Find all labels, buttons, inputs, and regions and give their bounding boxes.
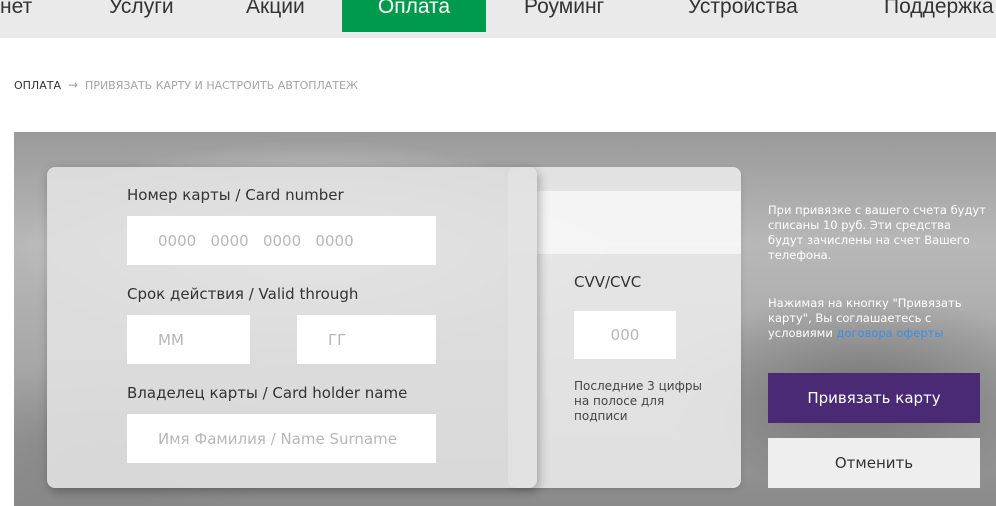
card-holder-input[interactable] <box>127 414 436 463</box>
cvv-label: CVV/CVC <box>574 273 642 291</box>
card-number-label: Номер карты / Card number <box>127 186 344 204</box>
expiry-year-input[interactable] <box>297 315 436 364</box>
valid-through-label: Срок действия / Valid through <box>127 285 359 303</box>
card-number-input[interactable] <box>127 216 436 265</box>
expiry-month-input[interactable] <box>127 315 250 364</box>
cvv-input[interactable] <box>574 311 676 359</box>
nav-item-roaming[interactable]: Роуминг <box>524 0 604 38</box>
nav-item-services[interactable]: Услуги <box>109 0 174 38</box>
nav-item-internet[interactable]: нет <box>0 0 32 38</box>
top-navigation: нет Услуги Акции Оплата Роуминг Устройст… <box>0 0 996 38</box>
nav-item-devices[interactable]: Устройства <box>688 0 798 38</box>
cvv-hint: Последние 3 цифры на полосе для подписи <box>574 379 702 423</box>
nav-item-promotions[interactable]: Акции <box>246 0 305 38</box>
agreement-notice: Нажимая на кнопку "Привязать карту", Вы … <box>768 296 990 341</box>
card-holder-label: Владелец карты / Card holder name <box>127 384 408 402</box>
cancel-button[interactable]: Отменить <box>768 438 980 488</box>
charge-notice: При привязке с вашего счета будут списан… <box>768 203 986 262</box>
nav-item-support[interactable]: Поддержка <box>884 0 994 38</box>
breadcrumb: ОПЛАТА → ПРИВЯЗАТЬ КАРТУ И НАСТРОИТЬ АВТОП… <box>14 78 358 92</box>
breadcrumb-current: ПРИВЯЗАТЬ КАРТУ И НАСТРОИТЬ АВТОПЛАТЕЖ <box>85 79 358 92</box>
nav-item-payment[interactable]: Оплата <box>342 0 486 32</box>
magnetic-stripe <box>508 191 741 254</box>
offer-agreement-link[interactable]: договора оферты <box>837 326 944 340</box>
arrow-right-icon: → <box>67 78 79 92</box>
nav-item-payment-label: Оплата <box>377 0 451 18</box>
bind-card-button[interactable]: Привязать карту <box>768 373 980 423</box>
breadcrumb-home-link[interactable]: ОПЛАТА <box>14 79 61 92</box>
